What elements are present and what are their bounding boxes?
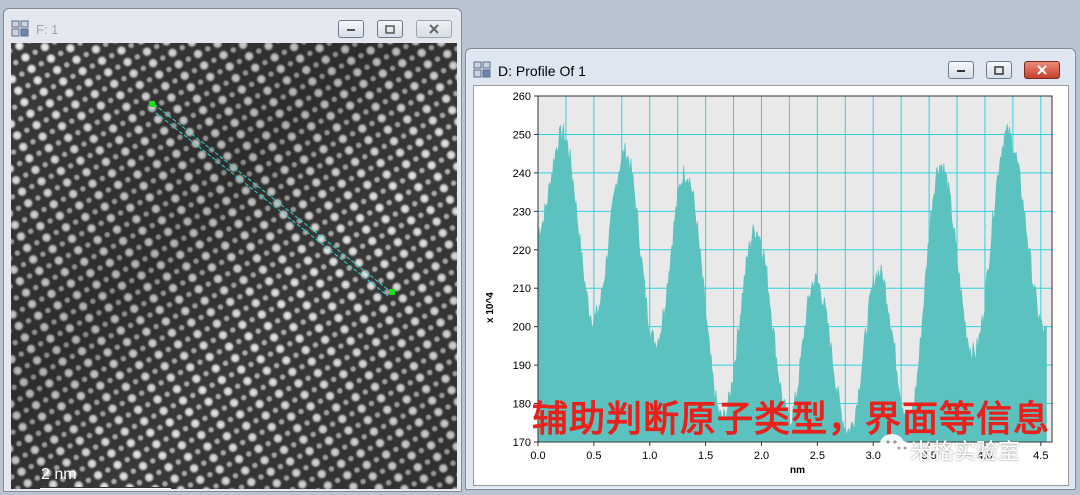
- x-tick-label: 2.5: [810, 450, 825, 462]
- y-tick-label: 190: [513, 360, 531, 372]
- y-tick-label: 260: [513, 91, 531, 103]
- y-tick-label: 230: [513, 206, 531, 218]
- profile-start-handle[interactable]: [149, 101, 155, 107]
- x-tick-label: 0.0: [530, 450, 545, 462]
- minimize-button[interactable]: [948, 61, 974, 79]
- atomic-lattice-image: [11, 43, 457, 489]
- close-icon: [1037, 65, 1047, 75]
- y-tick-label: 240: [513, 168, 531, 180]
- close-button[interactable]: [416, 20, 452, 38]
- y-tick-label: 250: [513, 129, 531, 141]
- y-axis-label: x 10^4: [485, 292, 496, 323]
- minimize-button[interactable]: [338, 20, 364, 38]
- image-window-title: F: 1: [36, 22, 59, 37]
- y-tick-label: 210: [513, 283, 531, 295]
- y-tick-label: 170: [513, 437, 531, 449]
- x-tick-label: 2.0: [754, 450, 769, 462]
- minimize-icon: [957, 70, 965, 72]
- wechat-icon: [880, 434, 912, 457]
- x-tick-label: 1.0: [642, 450, 657, 462]
- y-tick-label: 200: [513, 322, 531, 334]
- app-window-icon: [473, 61, 491, 78]
- x-tick-label: 4.5: [1033, 450, 1048, 462]
- scale-bar: [39, 487, 172, 489]
- profile-window-title: D: Profile Of 1: [498, 63, 586, 79]
- maximize-icon: [385, 24, 395, 34]
- hrtem-image[interactable]: 2 nm: [11, 43, 457, 489]
- y-tick-label: 180: [513, 399, 531, 411]
- image-window[interactable]: F: 1 2 nm: [3, 8, 462, 492]
- watermark-text: 米格实验室: [910, 440, 1021, 465]
- close-button[interactable]: [1024, 61, 1060, 79]
- x-axis-label: nm: [790, 465, 805, 476]
- scale-bar-label: 2 nm: [41, 466, 77, 483]
- maximize-button[interactable]: [986, 61, 1012, 79]
- maximize-icon: [994, 65, 1004, 75]
- close-icon: [429, 24, 439, 34]
- app-window-icon: [11, 20, 29, 37]
- y-tick-label: 220: [513, 245, 531, 257]
- x-tick-label: 1.5: [698, 450, 713, 462]
- minimize-icon: [347, 29, 355, 31]
- image-window-titlebar[interactable]: F: 1: [4, 9, 461, 43]
- maximize-button[interactable]: [377, 20, 403, 38]
- x-tick-label: 0.5: [586, 450, 601, 462]
- profile-window-titlebar[interactable]: D: Profile Of 1: [466, 49, 1075, 85]
- profile-end-handle[interactable]: [389, 289, 395, 295]
